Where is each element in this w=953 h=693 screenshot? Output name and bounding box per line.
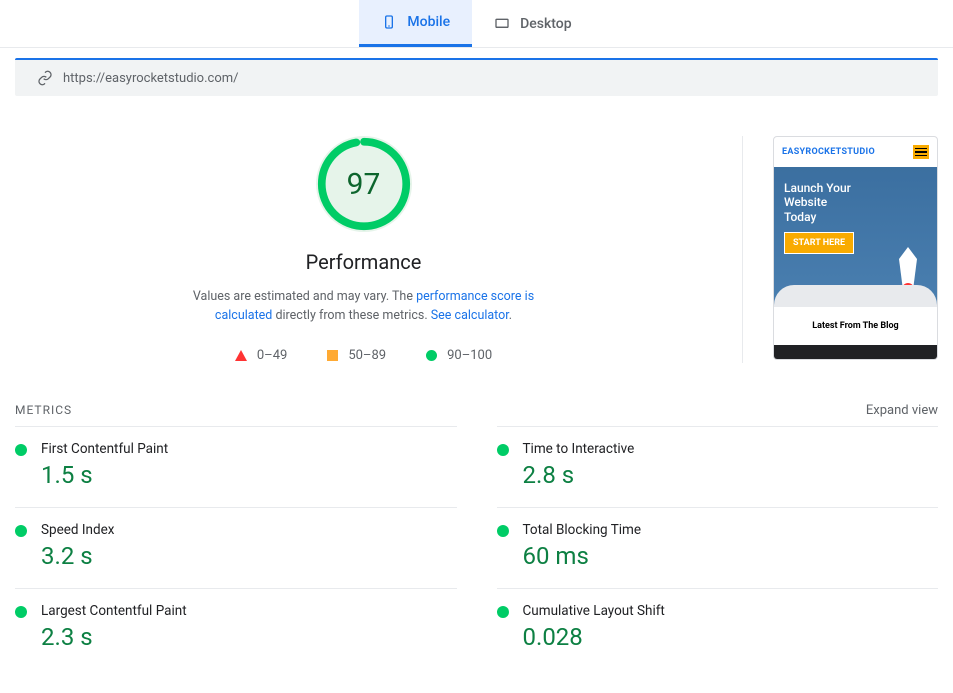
metric-value: 2.3 s — [41, 623, 187, 651]
metric-name: Largest Contentful Paint — [41, 603, 187, 619]
score-legend: 0–49 50–89 90–100 — [235, 348, 492, 363]
metrics-title: METRICS — [15, 403, 72, 417]
metric-row[interactable]: First Contentful Paint 1.5 s — [15, 426, 457, 507]
preview-blog-heading: Latest From The Blog — [774, 307, 937, 345]
metric-name: First Contentful Paint — [41, 441, 168, 457]
square-icon — [327, 350, 338, 361]
link-icon — [37, 70, 53, 86]
performance-gauge: 97 — [316, 136, 412, 232]
metric-row[interactable]: Speed Index 3.2 s — [15, 507, 457, 588]
status-dot-icon — [15, 444, 27, 456]
device-tab-bar: Mobile Desktop — [0, 0, 953, 48]
metric-name: Cumulative Layout Shift — [523, 603, 665, 619]
hamburger-icon — [913, 145, 929, 159]
performance-score: 97 — [316, 136, 412, 232]
status-dot-icon — [497, 444, 509, 456]
metric-value: 0.028 — [523, 623, 665, 651]
status-dot-icon — [15, 606, 27, 618]
triangle-icon — [235, 350, 247, 361]
preview-logo: EASYROCKETSTUDIO — [782, 147, 875, 157]
tab-mobile-label: Mobile — [407, 14, 450, 30]
expand-view-toggle[interactable]: Expand view — [866, 403, 938, 418]
metrics-header: METRICS Expand view — [0, 403, 953, 418]
url-bar: https://easyrocketstudio.com/ — [15, 58, 938, 96]
status-dot-icon — [15, 525, 27, 537]
see-calculator-link[interactable]: See calculator — [431, 308, 509, 323]
status-dot-icon — [497, 606, 509, 618]
preview-hero-text: Launch Your Website Today — [784, 181, 927, 224]
circle-icon — [426, 350, 437, 361]
metric-name: Speed Index — [41, 522, 114, 538]
metric-value: 2.8 s — [523, 461, 635, 489]
rocket-icon — [899, 247, 917, 287]
performance-title: Performance — [306, 250, 422, 274]
metric-row[interactable]: Total Blocking Time 60 ms — [497, 507, 939, 588]
summary-section: 97 Performance Values are estimated and … — [0, 96, 953, 383]
metric-value: 3.2 s — [41, 542, 114, 570]
desktop-icon — [494, 16, 510, 32]
legend-low: 0–49 — [235, 348, 287, 363]
url-text: https://easyrocketstudio.com/ — [63, 71, 239, 86]
metric-row[interactable]: Largest Contentful Paint 2.3 s — [15, 588, 457, 669]
metric-name: Time to Interactive — [523, 441, 635, 457]
tab-desktop-label: Desktop — [520, 16, 571, 32]
metric-value: 60 ms — [523, 542, 642, 570]
screenshot-preview: EASYROCKETSTUDIO Launch Your Website Tod… — [773, 136, 938, 363]
performance-description: Values are estimated and may vary. The p… — [164, 288, 564, 326]
metric-name: Total Blocking Time — [523, 522, 642, 538]
tab-desktop[interactable]: Desktop — [472, 2, 593, 46]
metric-value: 1.5 s — [41, 461, 168, 489]
metric-row[interactable]: Time to Interactive 2.8 s — [497, 426, 939, 507]
mobile-icon — [381, 14, 397, 30]
metrics-grid: First Contentful Paint 1.5 s Time to Int… — [0, 418, 953, 669]
performance-column: 97 Performance Values are estimated and … — [15, 136, 743, 363]
status-dot-icon — [497, 525, 509, 537]
preview-cta: START HERE — [784, 232, 854, 254]
metric-row[interactable]: Cumulative Layout Shift 0.028 — [497, 588, 939, 669]
legend-mid: 50–89 — [327, 348, 386, 363]
tab-mobile[interactable]: Mobile — [359, 0, 472, 47]
legend-high: 90–100 — [426, 348, 492, 363]
